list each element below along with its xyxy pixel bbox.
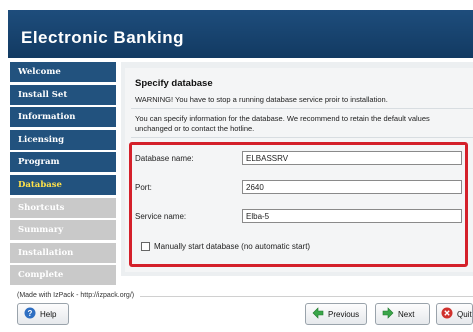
previous-label: Previous bbox=[328, 309, 360, 319]
previous-button[interactable]: Previous bbox=[305, 303, 367, 325]
app-title: Electronic Banking bbox=[21, 28, 184, 47]
step-complete[interactable]: Complete bbox=[10, 265, 116, 286]
step-licensing[interactable]: Licensing bbox=[10, 129, 116, 150]
made-with-note: (Made with IzPack - http://izpack.org/) bbox=[17, 292, 135, 299]
info-text: You can specify information for the data… bbox=[135, 114, 430, 133]
step-installation[interactable]: Installation bbox=[10, 242, 116, 263]
help-icon: ? bbox=[24, 307, 36, 321]
app-header: Electronic Banking bbox=[8, 10, 473, 58]
quit-label: Quit bbox=[457, 309, 472, 319]
arrow-left-icon bbox=[312, 307, 324, 321]
step-database[interactable]: Database bbox=[10, 174, 116, 195]
divider bbox=[131, 137, 473, 138]
close-icon bbox=[441, 307, 453, 321]
svg-text:?: ? bbox=[28, 309, 33, 318]
footer-divider bbox=[140, 296, 473, 297]
help-label: Help bbox=[40, 309, 57, 319]
step-shortcuts[interactable]: Shortcuts bbox=[10, 197, 116, 218]
divider bbox=[131, 108, 473, 109]
quit-button[interactable]: Quit bbox=[436, 303, 473, 325]
next-button[interactable]: Next bbox=[375, 303, 430, 325]
step-program[interactable]: Program bbox=[10, 152, 116, 173]
section-title: Specify database bbox=[135, 78, 213, 89]
warning-text: WARNING! You have to stop a running data… bbox=[135, 95, 388, 104]
arrow-right-icon bbox=[382, 307, 394, 321]
steps-sidebar: Welcome Install Set Information Licensin… bbox=[10, 62, 116, 288]
step-install-set[interactable]: Install Set bbox=[10, 84, 116, 105]
next-label: Next bbox=[398, 309, 415, 319]
help-button[interactable]: ? Help bbox=[17, 303, 69, 325]
step-information[interactable]: Information bbox=[10, 107, 116, 128]
step-summary[interactable]: Summary bbox=[10, 220, 116, 241]
step-welcome[interactable]: Welcome bbox=[10, 62, 116, 82]
highlight-frame bbox=[129, 142, 468, 267]
